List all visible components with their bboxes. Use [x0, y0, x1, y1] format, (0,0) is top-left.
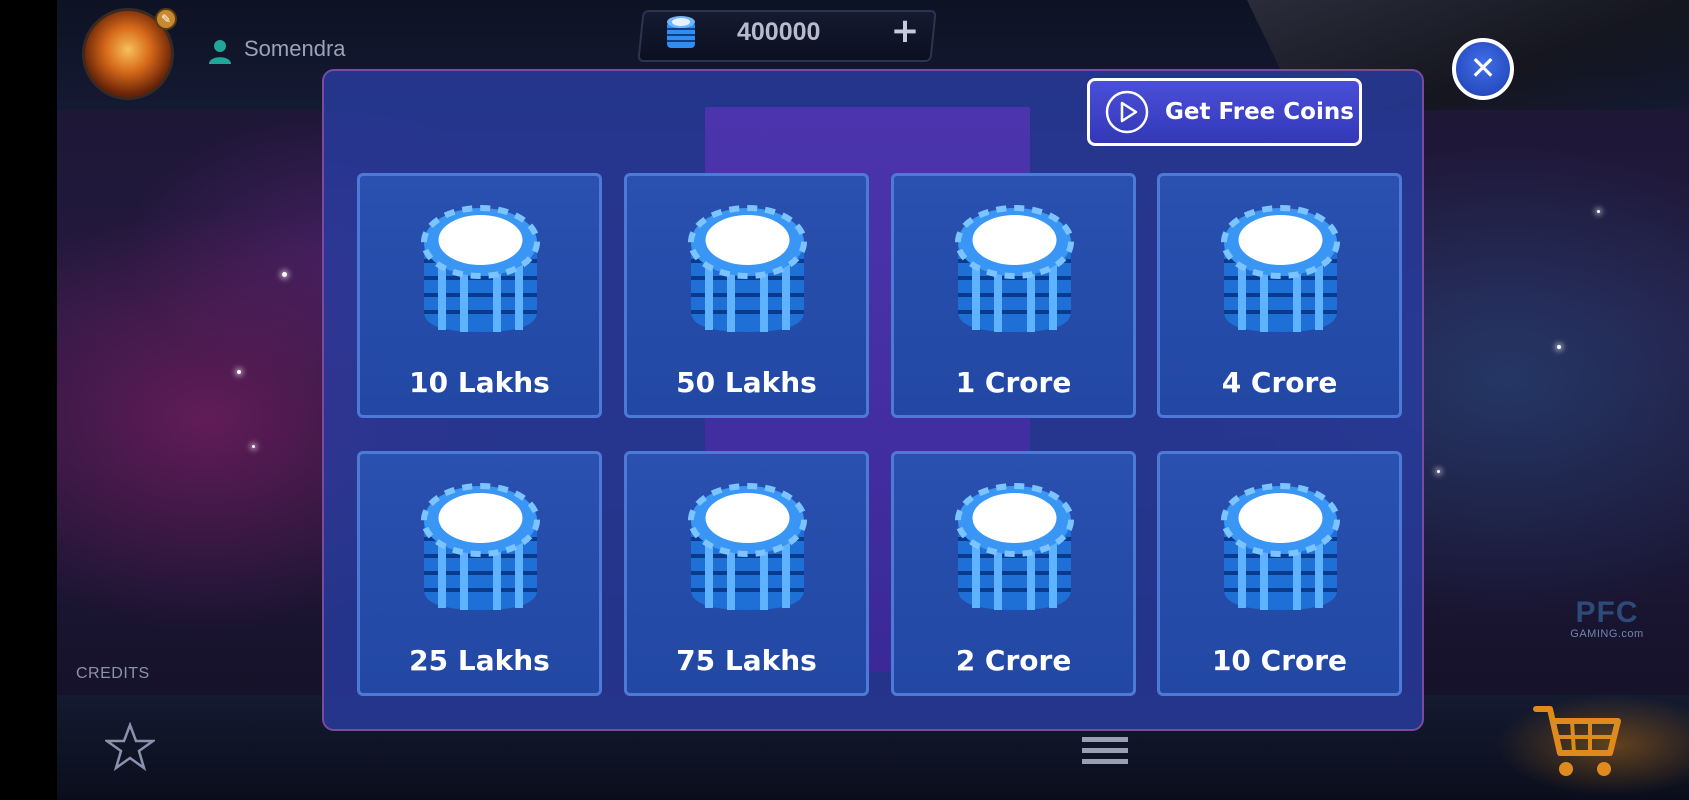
chip-stack-icon: [952, 482, 1077, 614]
coin-package-tile[interactable]: 25 Lakhs: [357, 451, 602, 696]
package-label: 10 Lakhs: [409, 366, 550, 399]
background-star: [282, 272, 287, 277]
coin-package-tile[interactable]: 10 Lakhs: [357, 173, 602, 418]
background-star: [1557, 345, 1561, 349]
pfc-gaming-logo: PFC GAMING.com: [1552, 598, 1662, 668]
coin-package-tile[interactable]: 2 Crore: [891, 451, 1136, 696]
coin-package-tile[interactable]: 4 Crore: [1157, 173, 1402, 418]
edit-badge-icon[interactable]: ✎: [155, 8, 177, 30]
package-label: 4 Crore: [1221, 366, 1338, 399]
coin-package-tile[interactable]: 75 Lakhs: [624, 451, 869, 696]
chip-stack-icon: [685, 204, 810, 336]
chip-stack-icon: [667, 16, 695, 48]
credits-label[interactable]: CREDITS: [76, 665, 150, 683]
coin-package-tile[interactable]: 1 Crore: [891, 173, 1136, 418]
package-label: 10 Crore: [1211, 644, 1348, 677]
chip-stack-icon: [418, 204, 543, 336]
username: Somendra: [244, 36, 346, 61]
add-coins-button[interactable]: +: [887, 13, 923, 49]
shopping-cart-icon[interactable]: [1532, 703, 1624, 783]
chip-stack-icon: [418, 482, 543, 614]
background-star: [1597, 210, 1600, 213]
package-label: 50 Lakhs: [676, 366, 817, 399]
background-star: [252, 445, 255, 448]
close-button[interactable]: ✕: [1452, 38, 1514, 100]
balance-value: 400000: [737, 18, 821, 46]
chip-stack-icon: [952, 204, 1077, 336]
chip-stack-icon: [1218, 204, 1343, 336]
coin-package-tile[interactable]: 50 Lakhs: [624, 173, 869, 418]
background-star: [1437, 470, 1440, 473]
package-label: 2 Crore: [955, 644, 1072, 677]
favorite-star-icon[interactable]: [105, 722, 155, 772]
logo-sub: GAMING.com: [1570, 628, 1644, 640]
game-background: ✎ Somendra 400000 + CREDITS PFC GAMING.c…: [57, 0, 1689, 800]
get-free-coins-button[interactable]: Get Free Coins: [1087, 78, 1362, 146]
user-icon: [209, 40, 231, 64]
package-label: 1 Crore: [955, 366, 1072, 399]
package-label: 75 Lakhs: [676, 644, 817, 677]
menu-icon[interactable]: [1082, 735, 1128, 767]
get-free-coins-label: Get Free Coins: [1165, 99, 1354, 125]
package-label: 25 Lakhs: [409, 644, 550, 677]
logo-main: PFC: [1575, 596, 1639, 629]
coin-package-tile[interactable]: 10 Crore: [1157, 451, 1402, 696]
play-icon: [1105, 90, 1149, 134]
chip-stack-icon: [1218, 482, 1343, 614]
chip-stack-icon: [685, 482, 810, 614]
background-star: [237, 370, 241, 374]
